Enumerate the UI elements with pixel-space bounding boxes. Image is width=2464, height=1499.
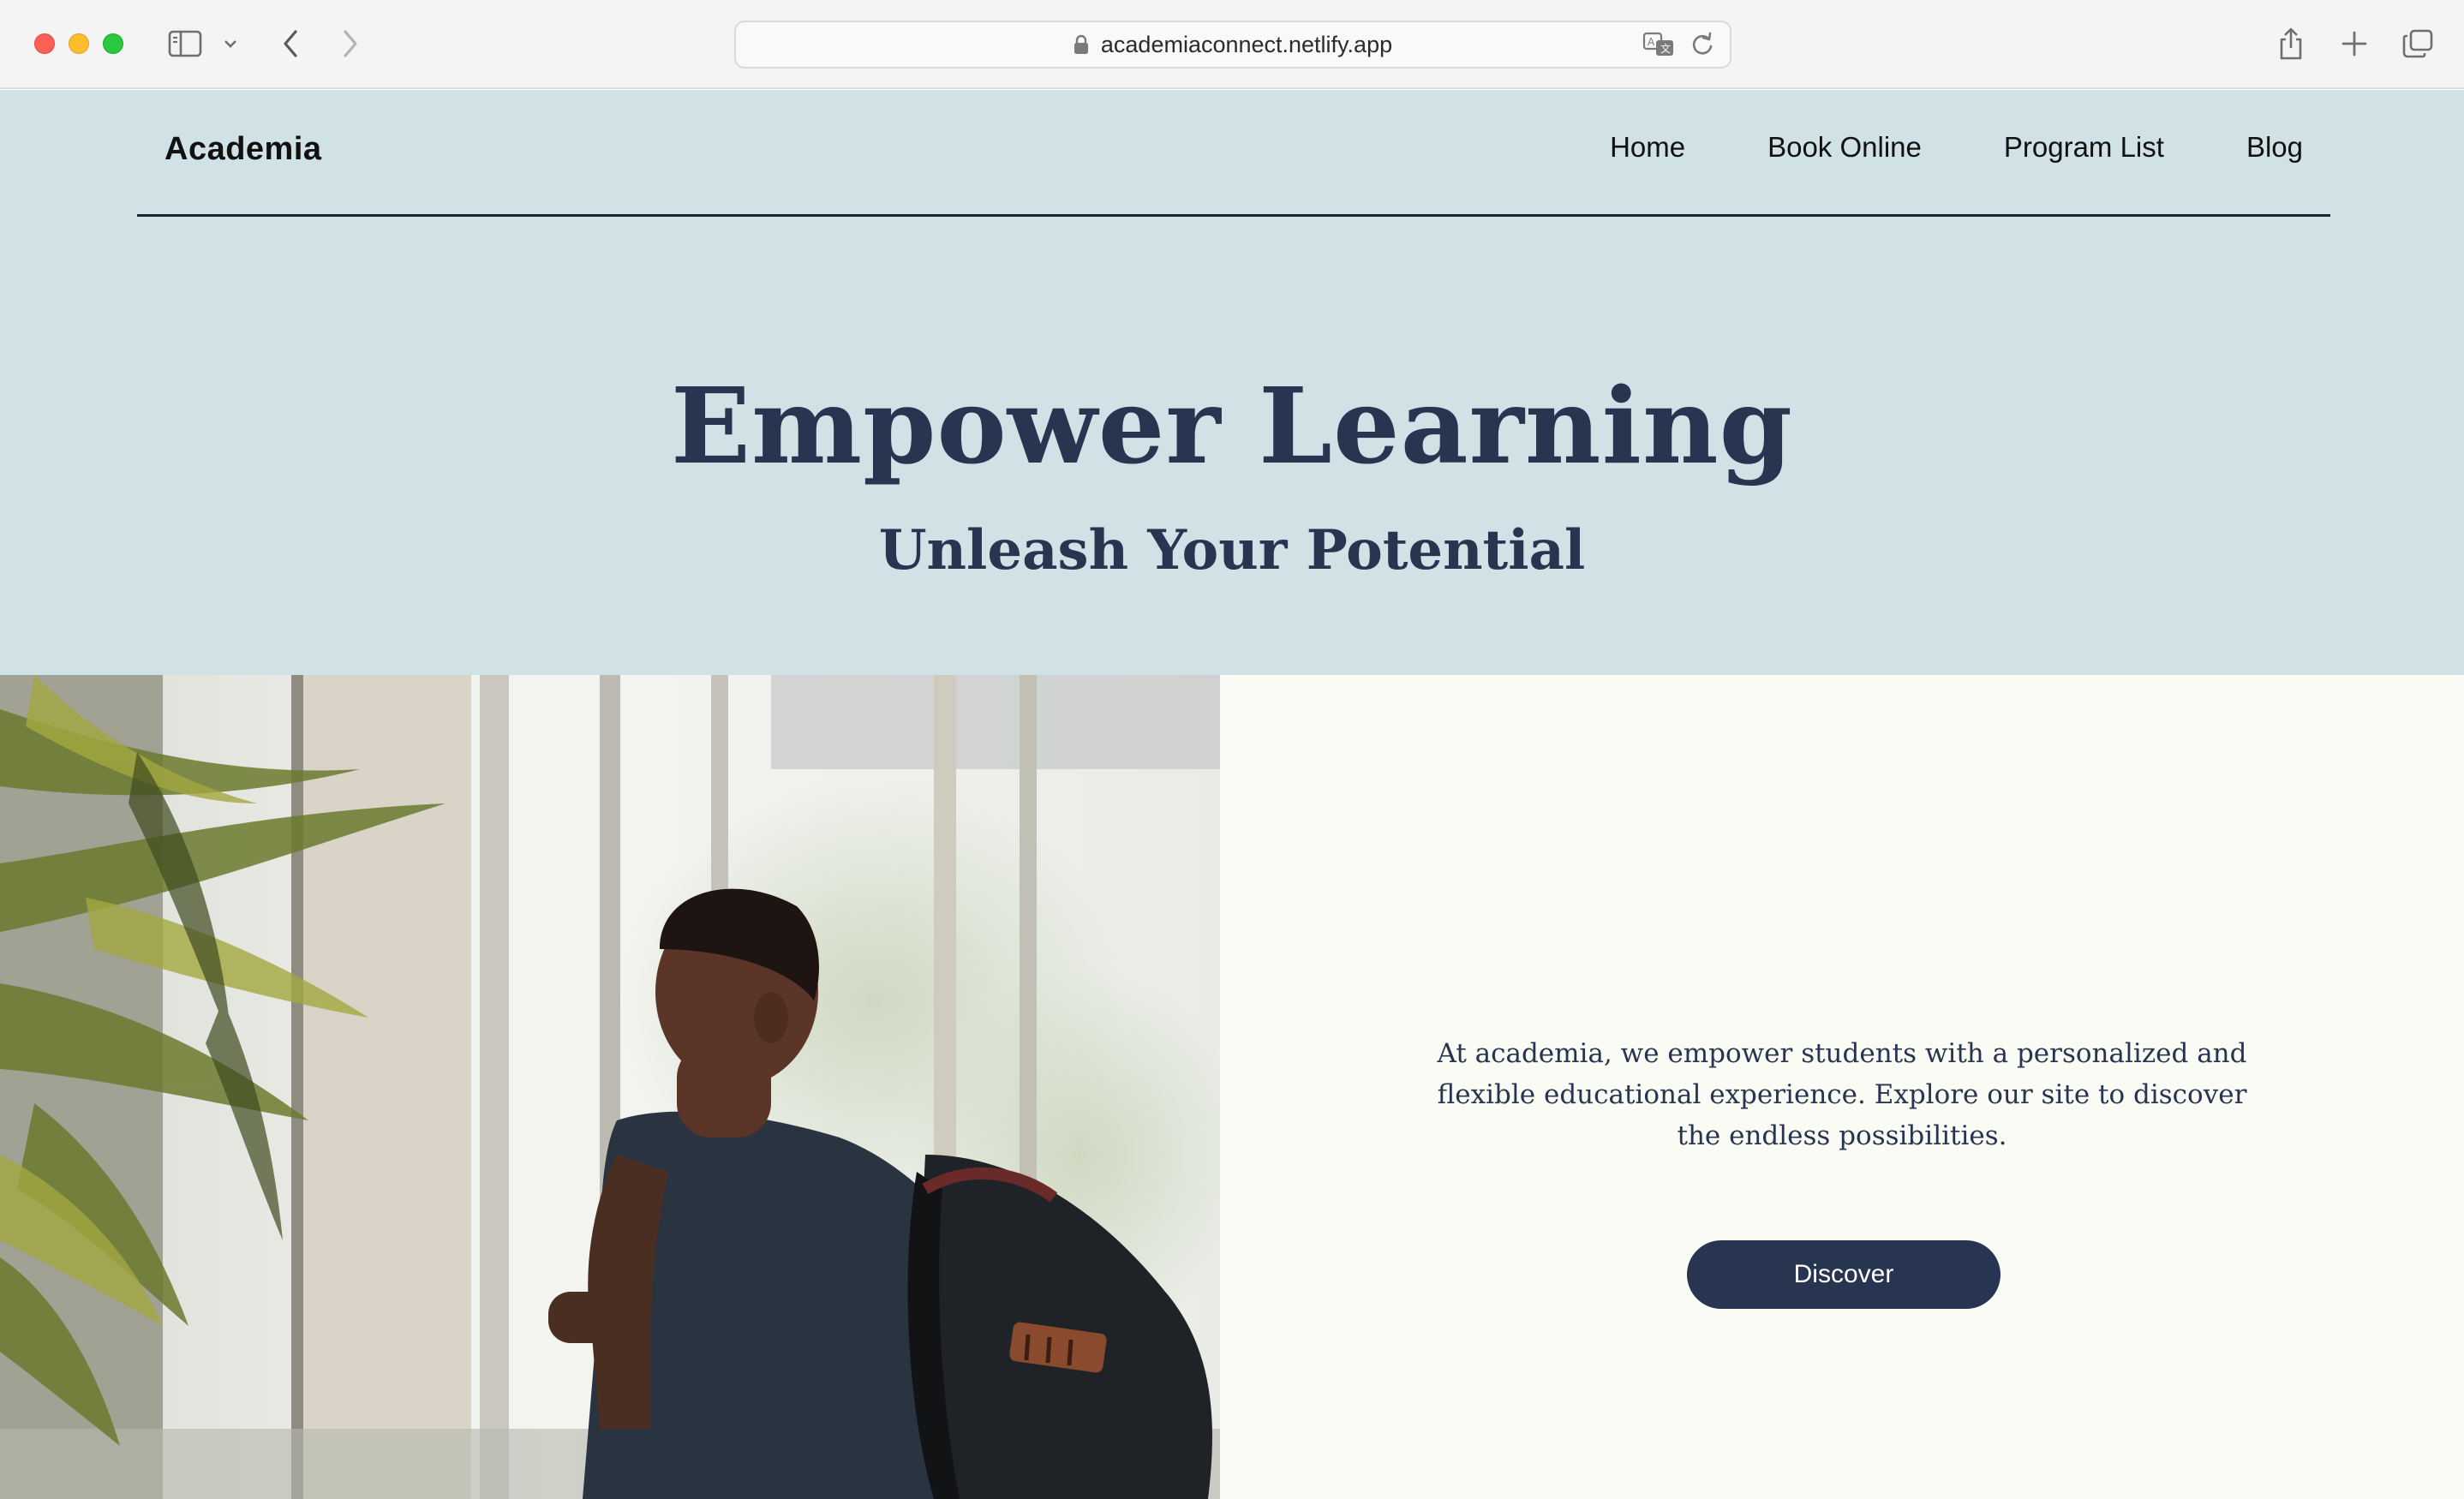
- share-icon: [2280, 27, 2302, 60]
- nav-home[interactable]: Home: [1610, 131, 1685, 164]
- tab-overview-button[interactable]: [2401, 21, 2435, 67]
- back-icon: [284, 30, 297, 57]
- tabs-overview-icon: [2402, 29, 2433, 58]
- minimize-window-button[interactable]: [69, 33, 89, 54]
- share-button[interactable]: [2276, 21, 2306, 67]
- back-button[interactable]: [276, 21, 305, 67]
- discover-button[interactable]: Discover: [1687, 1240, 2001, 1309]
- site-header: Academia Home Book Online Program List B…: [137, 90, 2330, 217]
- forward-icon: [344, 30, 357, 57]
- new-tab-button[interactable]: [2339, 21, 2370, 67]
- forward-button[interactable]: [336, 21, 365, 67]
- browser-toolbar: academiaconnect.netlify.app A 文: [0, 0, 2464, 89]
- hero-photo: [0, 675, 1220, 1499]
- chevron-down-icon: [224, 40, 236, 48]
- sidebar-icon: [168, 30, 202, 57]
- sidebar-toggle-button[interactable]: [164, 21, 206, 67]
- address-bar[interactable]: academiaconnect.netlify.app A 文: [734, 21, 1731, 69]
- main-nav: Home Book Online Program List Blog: [1610, 131, 2303, 164]
- hero-subtitle: Unleash Your Potential: [878, 518, 1586, 582]
- svg-text:文: 文: [1660, 42, 1671, 55]
- site-logo[interactable]: Academia: [164, 131, 322, 168]
- translate-icon[interactable]: A 文: [1642, 32, 1675, 57]
- maximize-window-button[interactable]: [103, 33, 123, 54]
- lock-icon: [1074, 34, 1088, 54]
- hero-section: Academia Home Book Online Program List B…: [0, 90, 2464, 675]
- close-window-button[interactable]: [34, 33, 55, 54]
- new-tab-icon: [2341, 31, 2367, 57]
- nav-book-online[interactable]: Book Online: [1767, 131, 1922, 164]
- nav-blog[interactable]: Blog: [2246, 131, 2303, 164]
- reload-icon[interactable]: [1690, 32, 1714, 57]
- about-text: At academia, we empower students with a …: [1437, 1038, 2247, 1151]
- url-text: academiaconnect.netlify.app: [1100, 31, 1393, 57]
- about-panel: At academia, we empower students with a …: [1220, 675, 2464, 1499]
- nav-program-list[interactable]: Program List: [2004, 131, 2164, 164]
- hero-title: Empower Learning: [671, 364, 1793, 487]
- tab-group-dropdown[interactable]: [219, 21, 242, 67]
- svg-text:A: A: [1648, 36, 1655, 48]
